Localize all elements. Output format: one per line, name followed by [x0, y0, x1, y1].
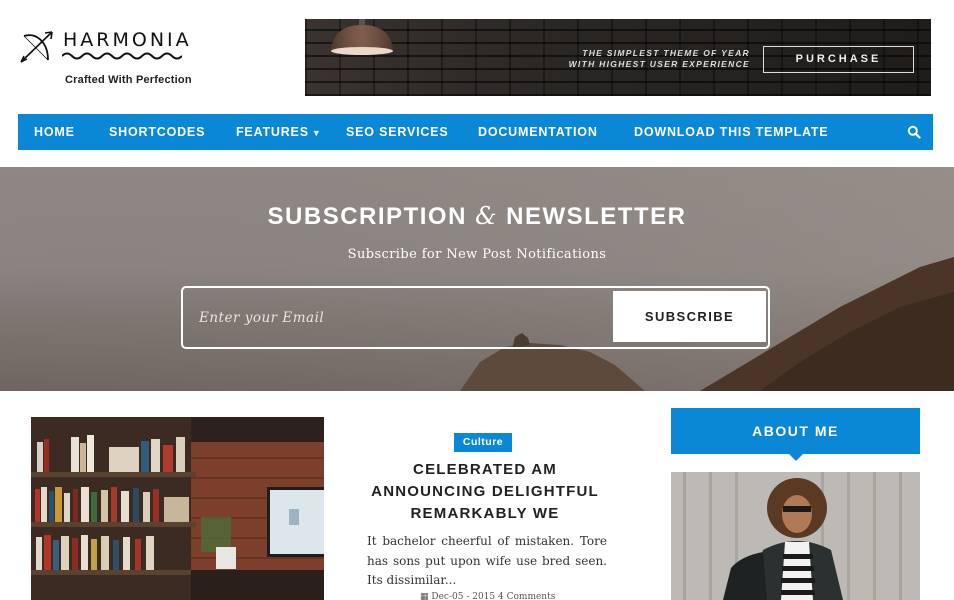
post-thumbnail[interactable] [31, 417, 324, 600]
about-me-photo [671, 472, 920, 600]
post-meta: ▦ Dec-05 - 2015 4 Comments [420, 592, 555, 600]
nav-item-seo-services[interactable]: SEO SERVICES [346, 114, 448, 150]
post-category-badge[interactable]: Culture [454, 433, 512, 452]
nav-item-documentation[interactable]: DOCUMENTATION [478, 114, 598, 150]
newsletter-form: SUBSCRIBE [181, 286, 770, 349]
site-header: HARMONIA Crafted With Perfection THE SIM… [0, 0, 954, 113]
newsletter-title-left: SUBSCRIPTION [267, 203, 467, 230]
pendant-lamp-icon [331, 19, 393, 55]
about-me-heading: ABOUT ME [671, 408, 920, 461]
post-date: Dec-05 - 2015 [431, 592, 496, 600]
post-title[interactable]: CELEBRATED AM ANNOUNCING DELIGHTFUL REMA… [355, 459, 615, 525]
post-comments[interactable]: 4 Comments [498, 592, 555, 600]
author-portrait-image [671, 472, 920, 600]
site-logo[interactable]: HARMONIA Crafted With Perfection [18, 26, 198, 90]
bookshelf-image [31, 417, 324, 600]
nav-item-home[interactable]: HOME [34, 114, 75, 150]
mountains-background-image [0, 167, 954, 391]
nav-item-features-label: FEATURES [236, 125, 309, 139]
search-icon[interactable] [907, 125, 921, 139]
banner-line-1: THE SIMPLEST THEME OF YEAR [582, 48, 750, 58]
banner-line-2: WITH HIGHEST USER EXPERIENCE [568, 59, 750, 69]
calendar-icon: ▦ [420, 592, 429, 600]
bow-arrow-logo-icon [20, 31, 53, 63]
site-tagline: Crafted With Perfection [65, 74, 192, 86]
nav-item-download-template[interactable]: DOWNLOAD THIS TEMPLATE [634, 114, 828, 150]
newsletter-title-ampersand: & [475, 202, 498, 230]
chevron-down-icon: ▼ [311, 128, 322, 138]
newsletter-hero: SUBSCRIPTION & NEWSLETTER Subscribe for … [0, 167, 954, 391]
banner-text: THE SIMPLEST THEME OF YEAR WITH HIGHEST … [545, 48, 750, 70]
nav-item-features[interactable]: FEATURES ▼ [236, 114, 322, 150]
subscribe-button[interactable]: SUBSCRIBE [613, 291, 766, 342]
post-excerpt: It bachelor cheerful of mistaken. Tore h… [367, 534, 607, 587]
nav-item-shortcodes[interactable]: SHORTCODES [109, 114, 205, 150]
email-input[interactable] [199, 288, 599, 347]
newsletter-subtitle: Subscribe for New Post Notifications [347, 247, 607, 262]
logo-text: HARMONIA [63, 29, 192, 51]
promo-banner[interactable]: THE SIMPLEST THEME OF YEAR WITH HIGHEST … [305, 19, 931, 96]
newsletter-title-right: NEWSLETTER [506, 203, 687, 230]
waves-icon [62, 52, 182, 60]
main-nav: HOME SHORTCODES FEATURES ▼ SEO SERVICES D… [18, 114, 933, 150]
newsletter-title: SUBSCRIPTION & NEWSLETTER [0, 202, 954, 231]
purchase-button[interactable]: PURCHASE [763, 46, 914, 73]
